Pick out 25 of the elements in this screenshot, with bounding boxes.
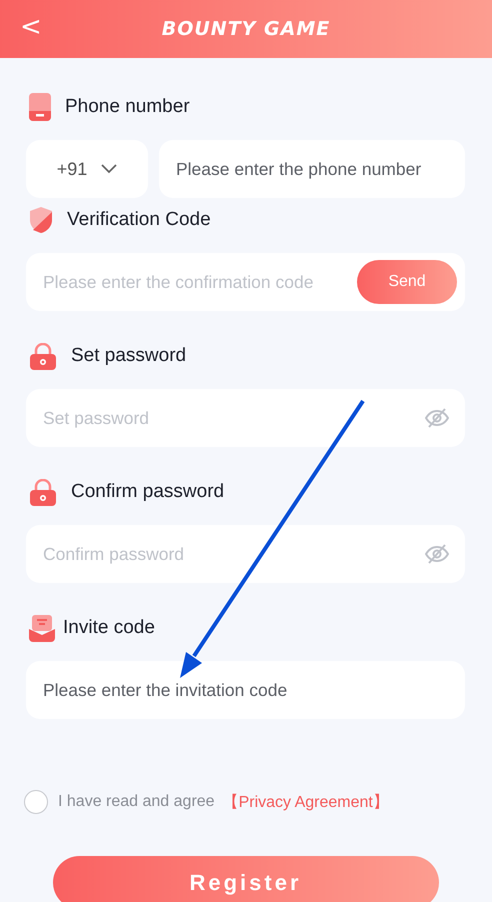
- field-label: Set password: [71, 345, 186, 367]
- password-field[interactable]: Confirm password: [26, 525, 465, 583]
- field-label: Invite code: [63, 617, 155, 639]
- lock-icon: [29, 342, 57, 370]
- eye-hidden-icon[interactable]: [425, 544, 449, 564]
- field-label: Verification Code: [67, 209, 211, 231]
- register-button[interactable]: Register: [52, 856, 438, 902]
- back-button[interactable]: <: [14, 12, 48, 42]
- lock-icon: [29, 478, 57, 506]
- field-label: Phone number: [65, 96, 190, 118]
- agreement-text: I have read and agree: [58, 793, 215, 811]
- shield-icon: [29, 206, 53, 234]
- password-field[interactable]: Set password: [26, 389, 465, 447]
- invite-code-field[interactable]: Please enter the invitation code: [26, 661, 465, 719]
- field-label: Confirm password: [71, 481, 224, 503]
- privacy-agreement-link[interactable]: 【Privacy Agreement】: [222, 792, 389, 812]
- phone-field[interactable]: Please enter the phone number: [159, 140, 465, 198]
- envelope-icon: [29, 614, 55, 642]
- send-button[interactable]: Send: [357, 260, 457, 304]
- chevron-down-icon: [101, 164, 118, 174]
- agree-checkbox[interactable]: [24, 790, 48, 814]
- country-code-dropdown[interactable]: +91: [26, 140, 148, 198]
- phone-icon: [29, 93, 51, 121]
- eye-hidden-icon[interactable]: [425, 408, 449, 428]
- app-logo: BOUNTY GAME: [162, 18, 330, 40]
